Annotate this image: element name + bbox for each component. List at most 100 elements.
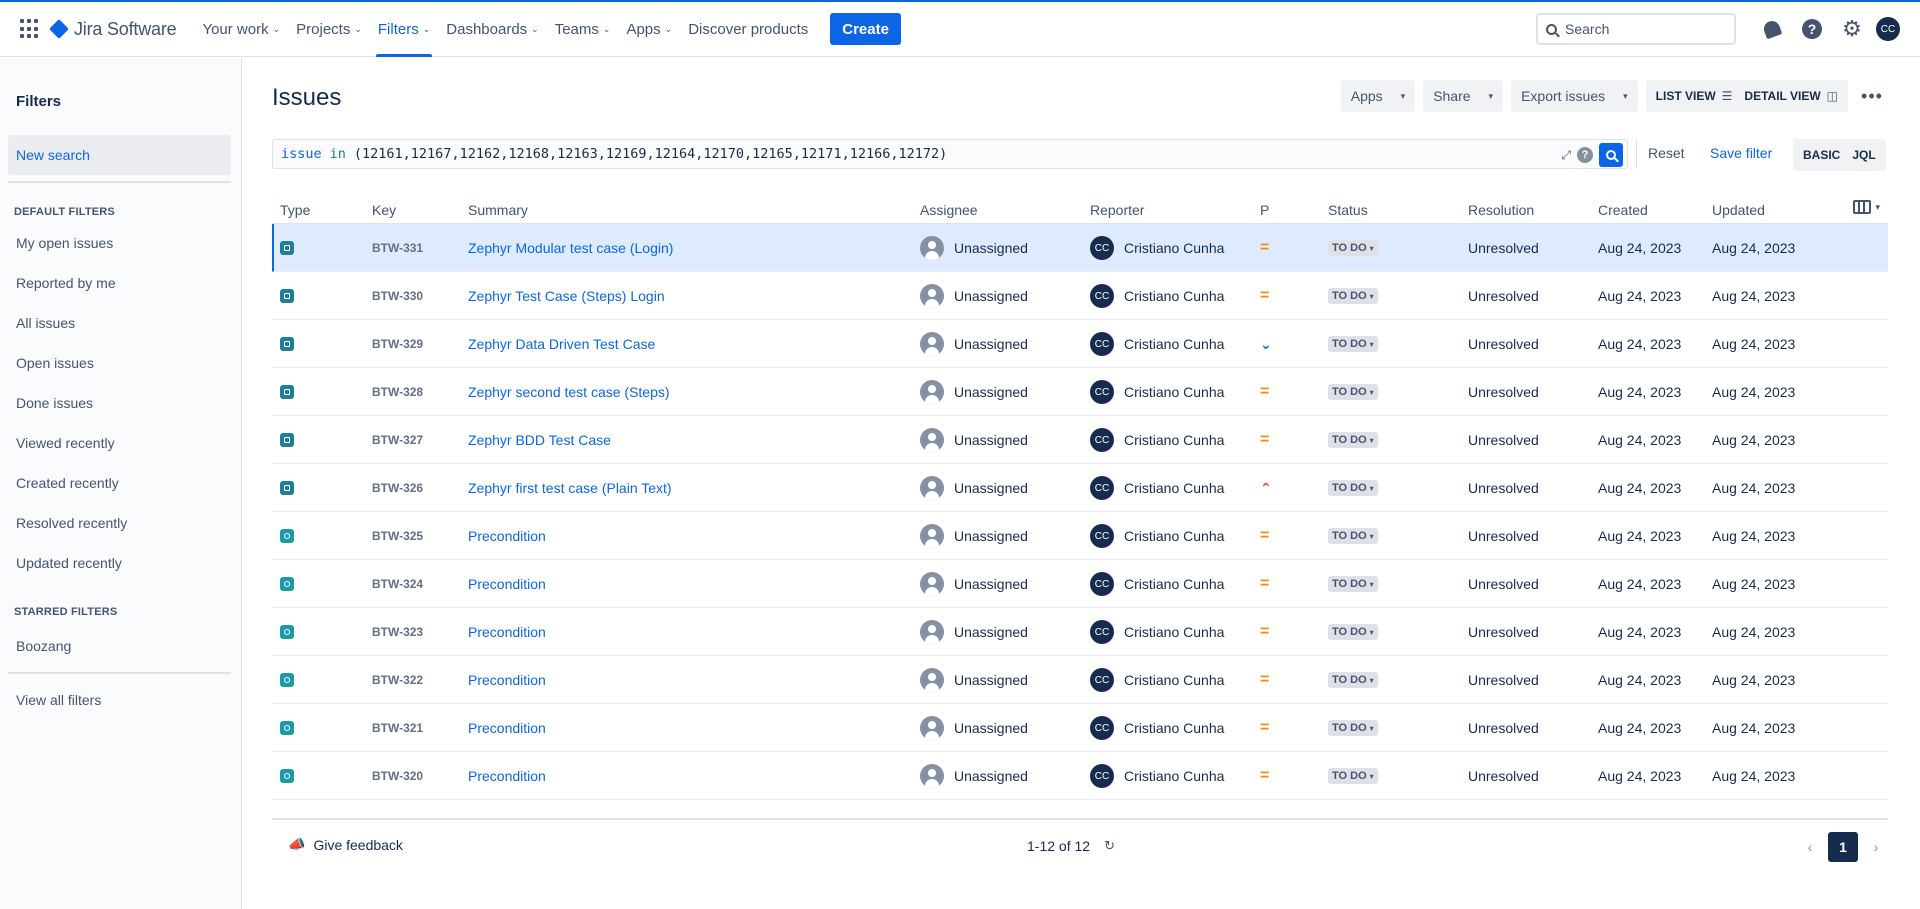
column-header-p[interactable]: P bbox=[1260, 202, 1269, 218]
profile-avatar[interactable]: CC bbox=[1876, 17, 1900, 41]
assignee-cell[interactable]: Unassigned bbox=[920, 608, 1028, 656]
assignee-cell[interactable]: Unassigned bbox=[920, 512, 1028, 560]
issue-summary-link[interactable]: Zephyr Data Driven Test Case bbox=[468, 336, 655, 352]
status-dropdown[interactable]: TO DO ▾ bbox=[1328, 288, 1378, 304]
assignee-cell[interactable]: Unassigned bbox=[920, 752, 1028, 800]
status-dropdown[interactable]: TO DO ▾ bbox=[1328, 672, 1378, 688]
column-header-reporter[interactable]: Reporter bbox=[1090, 202, 1144, 218]
issue-summary-link[interactable]: Zephyr BDD Test Case bbox=[468, 432, 611, 448]
sidebar-item-viewed-recently[interactable]: Viewed recently bbox=[16, 435, 115, 451]
issue-key[interactable]: BTW-320 bbox=[372, 769, 423, 783]
table-row[interactable]: BTW-329 Zephyr Data Driven Test Case Unass… bbox=[272, 320, 1888, 368]
issue-key[interactable]: BTW-325 bbox=[372, 529, 423, 543]
column-header-summary[interactable]: Summary bbox=[468, 202, 528, 218]
assignee-cell[interactable]: Unassigned bbox=[920, 704, 1028, 752]
assignee-cell[interactable]: Unassigned bbox=[920, 464, 1028, 512]
column-header-created[interactable]: Created bbox=[1598, 202, 1648, 218]
status-dropdown[interactable]: TO DO ▾ bbox=[1328, 432, 1378, 448]
run-search-button[interactable] bbox=[1599, 143, 1623, 167]
sidebar-item-view-all-filters[interactable]: View all filters bbox=[16, 692, 101, 708]
detail-view-button[interactable]: DETAIL VIEW ◫ bbox=[1738, 83, 1844, 109]
assignee-cell[interactable]: Unassigned bbox=[920, 368, 1028, 416]
jql-mode-button[interactable]: JQL bbox=[1846, 148, 1881, 162]
sidebar-item-boozang[interactable]: Boozang bbox=[16, 638, 71, 654]
issue-summary-link[interactable]: Zephyr second test case (Steps) bbox=[468, 384, 670, 400]
table-row[interactable]: BTW-328 Zephyr second test case (Steps) Un… bbox=[272, 368, 1888, 416]
status-dropdown[interactable]: TO DO ▾ bbox=[1328, 240, 1378, 256]
status-dropdown[interactable]: TO DO ▾ bbox=[1328, 384, 1378, 400]
assignee-cell[interactable]: Unassigned bbox=[920, 560, 1028, 608]
issue-summary-link[interactable]: Precondition bbox=[468, 672, 546, 688]
column-header-resolution[interactable]: Resolution bbox=[1468, 202, 1534, 218]
export-issues-button[interactable]: Export issues ▾ bbox=[1511, 80, 1638, 112]
search-input[interactable] bbox=[1565, 21, 1725, 37]
issue-key[interactable]: BTW-327 bbox=[372, 433, 423, 447]
basic-mode-button[interactable]: BASIC bbox=[1797, 148, 1846, 162]
product-logo[interactable]: Jira Software bbox=[49, 19, 177, 40]
nav-item-discover-products[interactable]: Discover products bbox=[680, 2, 816, 57]
issue-key[interactable]: BTW-324 bbox=[372, 577, 423, 591]
sidebar-item-open-issues[interactable]: Open issues bbox=[16, 355, 94, 371]
jql-help-icon[interactable]: ? bbox=[1577, 147, 1593, 163]
help-button[interactable]: ? bbox=[1796, 13, 1828, 45]
issue-summary-link[interactable]: Zephyr first test case (Plain Text) bbox=[468, 480, 672, 496]
column-config-button[interactable]: ▾ bbox=[1853, 200, 1880, 214]
sidebar-item-my-open-issues[interactable]: My open issues bbox=[16, 235, 113, 251]
assignee-cell[interactable]: Unassigned bbox=[920, 416, 1028, 464]
issue-key[interactable]: BTW-321 bbox=[372, 721, 423, 735]
issue-key[interactable]: BTW-322 bbox=[372, 673, 423, 687]
sidebar-item-done-issues[interactable]: Done issues bbox=[16, 395, 93, 411]
apps-button[interactable]: Apps ▾ bbox=[1340, 80, 1416, 112]
issue-summary-link[interactable]: Precondition bbox=[468, 720, 546, 736]
chevron-left-icon[interactable]: ‹ bbox=[1798, 839, 1822, 855]
issue-summary-link[interactable]: Precondition bbox=[468, 768, 546, 784]
table-row[interactable]: BTW-321 Precondition Unassigned CC Cristiano… bbox=[272, 704, 1888, 752]
global-search[interactable] bbox=[1536, 13, 1736, 45]
table-row[interactable]: BTW-323 Precondition Unassigned CC Cristiano… bbox=[272, 608, 1888, 656]
issue-key[interactable]: BTW-326 bbox=[372, 481, 423, 495]
nav-item-apps[interactable]: Apps ⌄ bbox=[618, 2, 680, 57]
sidebar-item-all-issues[interactable]: All issues bbox=[16, 315, 75, 331]
nav-item-dashboards[interactable]: Dashboards ⌄ bbox=[438, 2, 546, 57]
sidebar-item-created-recently[interactable]: Created recently bbox=[16, 475, 119, 491]
table-row[interactable]: BTW-324 Precondition Unassigned CC Cristiano… bbox=[272, 560, 1888, 608]
column-header-key[interactable]: Key bbox=[372, 202, 396, 218]
sidebar-item-new-search[interactable]: New search bbox=[8, 135, 231, 175]
issue-summary-link[interactable]: Precondition bbox=[468, 624, 546, 640]
issue-key[interactable]: BTW-330 bbox=[372, 289, 423, 303]
status-dropdown[interactable]: TO DO ▾ bbox=[1328, 624, 1378, 640]
status-dropdown[interactable]: TO DO ▾ bbox=[1328, 768, 1378, 784]
expand-icon[interactable]: ⤢ bbox=[1561, 148, 1571, 163]
list-view-button[interactable]: LIST VIEW ☰ bbox=[1650, 83, 1739, 109]
column-header-type[interactable]: Type bbox=[280, 202, 310, 218]
give-feedback-button[interactable]: 📣 Give feedback bbox=[288, 836, 403, 853]
create-button[interactable]: Create bbox=[830, 13, 901, 45]
column-header-assignee[interactable]: Assignee bbox=[920, 202, 978, 218]
notifications-button[interactable] bbox=[1756, 13, 1788, 45]
table-row[interactable]: BTW-322 Precondition Unassigned CC Cristiano… bbox=[272, 656, 1888, 704]
table-row[interactable]: BTW-327 Zephyr BDD Test Case Unassigned CC C… bbox=[272, 416, 1888, 464]
issue-key[interactable]: BTW-329 bbox=[372, 337, 423, 351]
share-button[interactable]: Share ▾ bbox=[1423, 80, 1504, 112]
status-dropdown[interactable]: TO DO ▾ bbox=[1328, 336, 1378, 352]
issue-summary-link[interactable]: Zephyr Modular test case (Login) bbox=[468, 240, 673, 256]
sidebar-item-updated-recently[interactable]: Updated recently bbox=[16, 555, 122, 571]
save-filter-button[interactable]: Save filter bbox=[1710, 145, 1772, 161]
issue-key[interactable]: BTW-331 bbox=[372, 241, 423, 255]
reset-button[interactable]: Reset bbox=[1648, 145, 1685, 161]
issue-key[interactable]: BTW-323 bbox=[372, 625, 423, 639]
nav-item-your-work[interactable]: Your work ⌄ bbox=[194, 2, 288, 57]
issue-summary-link[interactable]: Precondition bbox=[468, 528, 546, 544]
settings-button[interactable]: ⚙ bbox=[1836, 13, 1868, 45]
status-dropdown[interactable]: TO DO ▾ bbox=[1328, 528, 1378, 544]
jql-input[interactable]: issue in (12161,12167,12162,12168,12163,… bbox=[272, 139, 1628, 169]
page-number[interactable]: 1 bbox=[1828, 832, 1858, 862]
app-switcher-icon[interactable] bbox=[20, 19, 40, 39]
table-row[interactable]: BTW-330 Zephyr Test Case (Steps) Login Una… bbox=[272, 272, 1888, 320]
status-dropdown[interactable]: TO DO ▾ bbox=[1328, 720, 1378, 736]
nav-item-projects[interactable]: Projects ⌄ bbox=[288, 2, 370, 57]
refresh-icon[interactable]: ↻ bbox=[1104, 838, 1115, 854]
chevron-right-icon[interactable]: › bbox=[1864, 839, 1888, 855]
sidebar-item-resolved-recently[interactable]: Resolved recently bbox=[16, 515, 127, 531]
status-dropdown[interactable]: TO DO ▾ bbox=[1328, 576, 1378, 592]
